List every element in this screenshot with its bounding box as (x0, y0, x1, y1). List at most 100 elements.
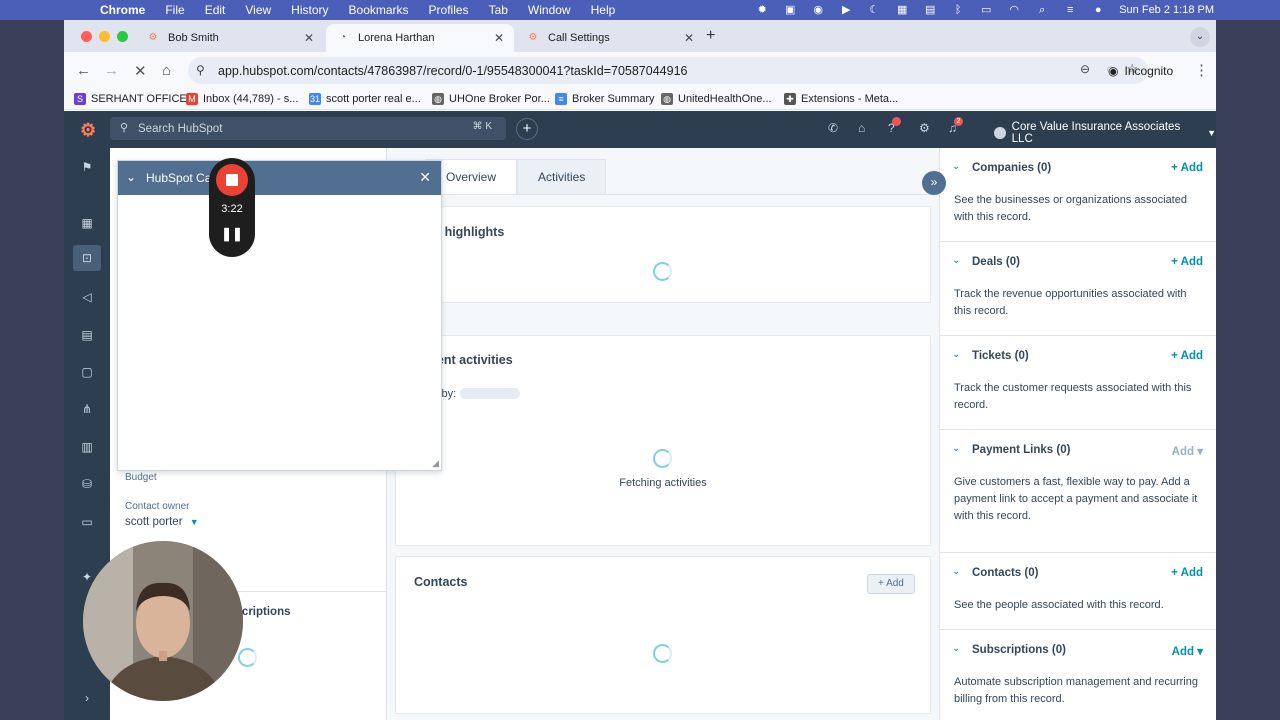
spotlight-search-icon[interactable]: ⌕ (1035, 4, 1049, 16)
tab-activities[interactable]: Activities (517, 159, 607, 195)
bookmark-uhone-broker[interactable]: ◍ UHOne Broker Por... (432, 93, 550, 105)
crm-contacts-icon[interactable]: ⊡ (73, 245, 101, 271)
reporting-chart-icon[interactable]: ▥ (78, 438, 96, 456)
menu-profiles[interactable]: Profiles (429, 3, 469, 17)
siri-icon[interactable]: ● (1091, 4, 1105, 16)
zoom-icon[interactable]: ⊖ (1080, 62, 1090, 76)
marketing-megaphone-icon[interactable]: ◁ (78, 288, 96, 306)
record-status-icon[interactable]: ◉ (811, 4, 825, 16)
section-title[interactable]: Subscriptions (0) (972, 644, 1066, 656)
menu-file[interactable]: File (165, 3, 184, 17)
menu-help[interactable]: Help (591, 3, 616, 17)
account-menu[interactable]: Core Value Insurance Associates LLC ▼ (994, 121, 1216, 145)
workspaces-grid-icon[interactable]: ▦ (78, 214, 96, 232)
section-title[interactable]: Deals (0) (972, 256, 1020, 268)
expand-rail-icon[interactable]: › (78, 689, 96, 707)
resize-handle-icon[interactable]: ◢ (432, 458, 439, 469)
site-info-icon[interactable]: ⚲ (196, 63, 205, 77)
address-bar[interactable]: ⚲ app.hubspot.com/contacts/47863987/reco… (188, 57, 1148, 84)
menu-bookmarks[interactable]: Bookmarks (349, 3, 409, 17)
home-icon[interactable]: ⌂ (162, 62, 171, 79)
display-icon[interactable]: ▦ (895, 4, 909, 16)
bookmark-unitedhealthone[interactable]: ◍ UnitedHealthOne... (661, 93, 772, 105)
menu-tab[interactable]: Tab (489, 3, 508, 17)
search-input[interactable]: ⚲ Search HubSpot ⌘ K (110, 117, 506, 140)
forward-arrow-icon[interactable]: → (104, 62, 119, 79)
chevron-down-icon[interactable]: ⌄ (952, 566, 960, 577)
expand-sidebar-icon[interactable]: » (922, 171, 946, 195)
phone-icon[interactable]: ✆ (828, 121, 838, 135)
section-title[interactable]: Contacts (0) (972, 567, 1038, 579)
menu-edit[interactable]: Edit (205, 3, 226, 17)
contact-owner-select[interactable]: scott porter ▼ (125, 516, 199, 528)
menu-view[interactable]: View (245, 3, 271, 17)
moon-icon[interactable]: ☾ (867, 4, 881, 16)
menu-history[interactable]: History (291, 3, 328, 17)
close-tab-icon[interactable]: ✕ (494, 31, 504, 45)
bookmark-serhant-office[interactable]: S SERHANT OFFICE (74, 93, 187, 105)
stop-loading-icon[interactable]: ✕ (134, 62, 147, 80)
add-contact-button[interactable]: + Add (867, 574, 915, 594)
clipboard-icon[interactable]: ▤ (923, 4, 937, 16)
add-ticket-button[interactable]: + Add (1171, 350, 1203, 362)
new-tab-plus-icon[interactable]: + (706, 27, 715, 45)
data-database-icon[interactable]: ⛁ (78, 475, 96, 493)
hubspot-logo-icon[interactable]: ⚙ (80, 120, 96, 141)
url-text[interactable]: app.hubspot.com/contacts/47863987/record… (218, 64, 687, 78)
tab-lorena-harthan[interactable]: ◔ Lorena Harthan ✕ (326, 24, 514, 52)
close-icon[interactable]: ✕ (419, 169, 431, 186)
screenshot-icon[interactable]: ▣ (783, 4, 797, 16)
bookmark-icon[interactable]: ⚑ (78, 158, 96, 176)
hubspot-icon: ⚙ (528, 32, 538, 43)
chevron-down-icon[interactable]: ⌄ (952, 349, 960, 360)
chevron-down-icon[interactable]: ⌄ (126, 170, 136, 184)
marketplace-icon[interactable]: ⌂ (858, 121, 865, 135)
section-title[interactable]: Payment Links (0) (972, 444, 1070, 456)
pause-recording-icon[interactable]: ❚❚ (209, 226, 255, 242)
kebab-menu-icon[interactable]: ⋮ (1194, 61, 1209, 79)
bookmark-inbox[interactable]: M Inbox (44,789) - s... (186, 93, 298, 105)
close-tab-icon[interactable]: ✕ (684, 31, 694, 45)
zoom-window-icon[interactable] (117, 31, 128, 42)
section-title[interactable]: Companies (0) (972, 162, 1051, 174)
stop-recording-button[interactable] (216, 164, 248, 196)
tab-bob-smith[interactable]: ⚙ Bob Smith ✕ (136, 24, 324, 52)
minimize-window-icon[interactable] (99, 31, 110, 42)
chevron-down-icon[interactable]: ⌄ (952, 443, 960, 454)
add-payment-link-dropdown[interactable]: Add ▾ (1172, 444, 1203, 458)
create-plus-button[interactable]: + (516, 118, 538, 140)
add-deal-button[interactable]: + Add (1171, 256, 1203, 268)
menu-window[interactable]: Window (528, 3, 571, 17)
bookmark-scott-porter[interactable]: 31 scott porter real e... (309, 93, 421, 105)
tab-call-settings[interactable]: ⚙ Call Settings ✕ (516, 24, 704, 52)
play-icon[interactable]: ▶ (839, 4, 853, 16)
bookmark-broker-summary[interactable]: ≡ Broker Summary (555, 93, 655, 105)
battery-icon[interactable]: ▭ (979, 4, 993, 16)
library-folder-icon[interactable]: ▭ (78, 513, 96, 531)
help-icon[interactable]: ? (888, 117, 901, 135)
add-contact-association-button[interactable]: + Add (1171, 567, 1203, 579)
content-icon[interactable]: ▤ (78, 326, 96, 344)
section-title[interactable]: Tickets (0) (972, 350, 1029, 362)
incognito-indicator[interactable]: ◉ Incognito (1098, 57, 1183, 84)
control-center-icon[interactable]: ≡ (1063, 4, 1077, 16)
gear-status-icon[interactable]: ✹ (755, 4, 769, 16)
chevron-down-icon[interactable]: ⌄ (952, 643, 960, 654)
settings-gear-icon[interactable]: ⚙ (919, 121, 930, 135)
back-arrow-icon[interactable]: ← (76, 62, 91, 79)
bookmark-extensions[interactable]: ✚ Extensions - Meta... (784, 93, 898, 105)
chevron-down-icon[interactable]: ⌄ (952, 161, 960, 172)
chevron-down-icon[interactable]: ⌄ (952, 255, 960, 266)
bluetooth-icon[interactable]: ᛒ (951, 4, 965, 16)
automation-icon[interactable]: ⋔ (78, 400, 96, 418)
wifi-icon[interactable]: ◠ (1007, 4, 1021, 16)
close-tab-icon[interactable]: ✕ (304, 31, 314, 45)
menubar-clock[interactable]: Sun Feb 2 1:18 PM (1119, 4, 1214, 16)
menu-chrome[interactable]: Chrome (100, 3, 145, 17)
tab-search-chevron-icon[interactable]: ⌄ (1190, 27, 1210, 47)
add-company-button[interactable]: + Add (1171, 162, 1203, 174)
commerce-wallet-icon[interactable]: ▢ (78, 363, 96, 381)
notifications-bell-icon[interactable]: ♫ 2 (948, 117, 963, 135)
add-subscription-dropdown[interactable]: Add ▾ (1172, 644, 1203, 658)
close-window-icon[interactable] (81, 31, 92, 42)
